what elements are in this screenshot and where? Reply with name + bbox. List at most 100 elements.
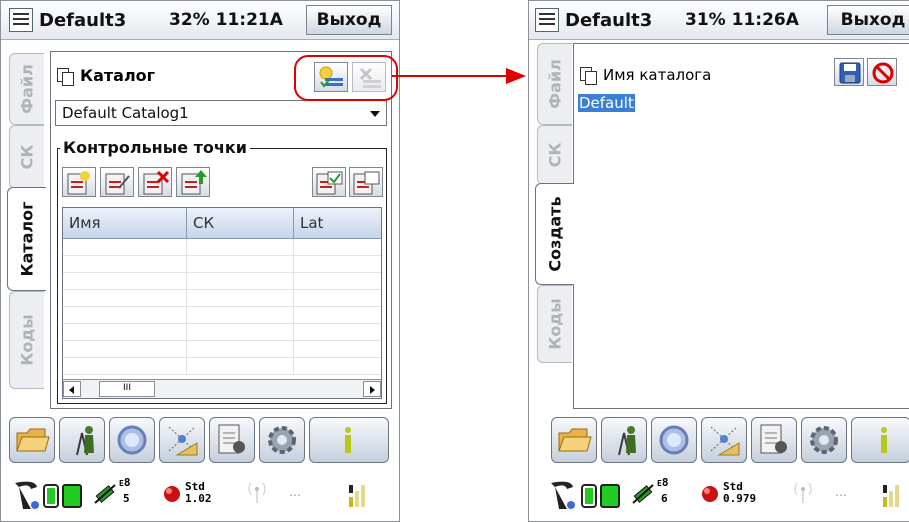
- table-cell: [187, 307, 294, 323]
- gear-icon: [268, 426, 296, 454]
- table-cell: [187, 324, 294, 340]
- scroll-right-button[interactable]: [363, 381, 381, 397]
- sat-count-bottom: 5: [123, 492, 130, 505]
- signal-strength-icon[interactable]: [347, 479, 369, 509]
- signal-strength-icon[interactable]: [881, 479, 903, 509]
- save-button[interactable]: [834, 58, 864, 86]
- file-button[interactable]: [9, 417, 55, 463]
- deselect-all-button[interactable]: [349, 167, 383, 197]
- table-cell: [63, 273, 187, 289]
- tab-codes[interactable]: Коды: [9, 291, 44, 389]
- exit-button[interactable]: Выход: [827, 5, 909, 35]
- horizontal-scrollbar[interactable]: III: [63, 379, 381, 398]
- create-panel: Имя каталога Default: [573, 43, 909, 409]
- tab-catalog[interactable]: Каталог: [7, 187, 46, 291]
- radio-icon[interactable]: [791, 479, 815, 505]
- position-status-icon[interactable]: [159, 481, 185, 507]
- settings-button[interactable]: [259, 417, 305, 463]
- tab-create[interactable]: Создать: [535, 183, 574, 285]
- exit-button[interactable]: Выход: [306, 5, 392, 35]
- magnifier-icon: [659, 425, 689, 455]
- catalog-panel: Каталог Default Catalog1 Контрольные точ…: [50, 51, 392, 409]
- table-cell: [63, 290, 187, 306]
- status-bar: E8 6 Std 0.979 …: [529, 471, 909, 515]
- document-icon: [760, 424, 787, 454]
- catalog-dropdown[interactable]: Default Catalog1: [55, 100, 387, 126]
- title-bar: Default3 32% 11:21A Выход: [1, 1, 399, 40]
- info-icon: [881, 427, 887, 453]
- satellite-icon[interactable]: [93, 481, 119, 507]
- settings-button[interactable]: [801, 417, 847, 463]
- table-cell: [63, 324, 187, 340]
- table-row[interactable]: [63, 239, 381, 256]
- gear-icon: [810, 426, 838, 454]
- grid-stake-icon: [710, 426, 740, 456]
- stakeout-button[interactable]: [701, 417, 747, 463]
- receiver-icon[interactable]: [11, 477, 41, 511]
- file-button[interactable]: [551, 417, 597, 463]
- grid-stake-icon: [168, 426, 198, 456]
- ellipsis-icon: …: [835, 485, 847, 499]
- cancel-button[interactable]: [867, 58, 897, 86]
- receiver-icon[interactable]: [547, 477, 577, 511]
- table-row[interactable]: [63, 273, 381, 290]
- table-row[interactable]: [63, 307, 381, 324]
- table-row[interactable]: [63, 341, 381, 358]
- catalog-name-input[interactable]: Default: [578, 94, 635, 112]
- table-row[interactable]: [63, 358, 381, 375]
- stakeout-button[interactable]: [159, 417, 205, 463]
- info-icon: [345, 427, 351, 453]
- tab-codes[interactable]: Коды: [537, 285, 572, 363]
- table-cell: [63, 358, 187, 374]
- folder-icon: [558, 428, 592, 452]
- table-row[interactable]: [63, 290, 381, 307]
- scroll-thumb[interactable]: III: [99, 381, 155, 397]
- job-title: Default3: [39, 9, 127, 31]
- tab-file[interactable]: Файл: [9, 53, 44, 125]
- position-status-icon[interactable]: [697, 481, 723, 507]
- help-button[interactable]: [309, 417, 389, 463]
- job-title: Default3: [565, 9, 653, 31]
- catalog-icon: [580, 67, 598, 85]
- delete-point-button[interactable]: [138, 167, 172, 197]
- std-value: 1.02: [185, 492, 212, 505]
- setup-button[interactable]: [59, 417, 105, 463]
- column-lat[interactable]: Lat: [294, 208, 381, 238]
- survey-button[interactable]: [109, 417, 155, 463]
- table-cell: [187, 239, 294, 255]
- column-cs[interactable]: СК: [187, 208, 294, 238]
- cogo-button[interactable]: [209, 417, 255, 463]
- table-cell: [294, 273, 381, 289]
- tab-cs[interactable]: СК: [537, 125, 572, 185]
- add-point-button[interactable]: [62, 167, 96, 197]
- cogo-button[interactable]: [751, 417, 797, 463]
- ellipsis-icon: …: [289, 485, 301, 499]
- edit-point-button[interactable]: [100, 167, 134, 197]
- table-row[interactable]: [63, 256, 381, 273]
- start-menu-icon[interactable]: [9, 8, 33, 32]
- catalog-label: Каталог: [80, 66, 156, 85]
- start-menu-icon[interactable]: [535, 8, 559, 32]
- sat-count-top: 8: [661, 476, 669, 489]
- radio-icon[interactable]: [245, 479, 269, 505]
- sat-count-bottom: 6: [661, 492, 668, 505]
- tab-cs[interactable]: СК: [9, 125, 44, 189]
- survey-button[interactable]: [651, 417, 697, 463]
- catalog-name-header: Имя каталога: [580, 66, 711, 85]
- catalog-name-value: Default: [578, 94, 635, 112]
- help-button[interactable]: [851, 417, 909, 463]
- select-all-button[interactable]: [312, 167, 346, 197]
- import-point-button[interactable]: [176, 167, 210, 197]
- battery-time-status: 31% 11:26A: [685, 10, 799, 30]
- scroll-left-button[interactable]: [63, 381, 81, 397]
- satellite-icon[interactable]: [631, 481, 657, 507]
- battery-icon[interactable]: [43, 481, 83, 509]
- table-row[interactable]: [63, 324, 381, 341]
- table-cell: [63, 341, 187, 357]
- setup-button[interactable]: [601, 417, 647, 463]
- surveyor-icon: [76, 426, 94, 456]
- battery-icon[interactable]: [581, 481, 621, 509]
- tab-file[interactable]: Файл: [537, 43, 572, 125]
- create-catalog-screen: Default3 31% 11:26A Выход Файл СК Создат…: [528, 0, 909, 522]
- column-name[interactable]: Имя: [63, 208, 187, 238]
